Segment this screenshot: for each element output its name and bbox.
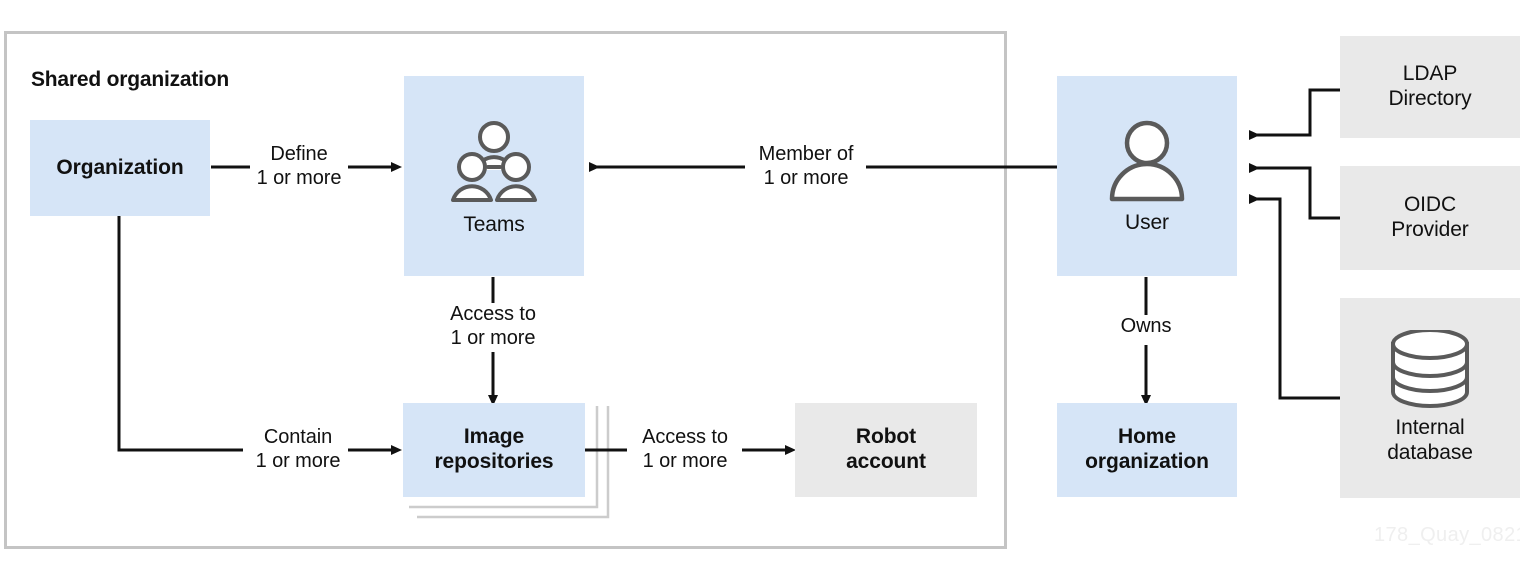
edge-contain-line [117, 216, 243, 452]
node-organization-label: Organization [56, 155, 184, 179]
node-internal-database[interactable]: Internal database [1340, 298, 1520, 498]
user-person-icon [1103, 117, 1191, 205]
node-robot-account[interactable]: Robot account [795, 403, 977, 497]
node-home-organization-label: Home organization [1085, 425, 1209, 473]
node-teams[interactable]: Teams [404, 76, 584, 276]
node-ldap-directory-label: LDAP Directory [1388, 62, 1472, 110]
node-organization[interactable]: Organization [30, 120, 210, 216]
edge-label-contain: Contain 1 or more [255, 426, 341, 472]
edge-label-access-teams-repositories: Access to 1 or more [450, 303, 536, 349]
edge-ldap-to-user [1249, 88, 1340, 140]
node-ldap-directory[interactable]: LDAP Directory [1340, 36, 1520, 138]
edge-oidc-to-user [1249, 163, 1340, 220]
node-image-repositories-label: Image repositories [434, 425, 554, 473]
node-teams-label: Teams [463, 212, 525, 236]
edge-database-to-user [1249, 194, 1340, 400]
watermark-text: 178_Quay_0821 [1374, 524, 1520, 546]
node-user[interactable]: User [1057, 76, 1237, 276]
edge-label-owns: Owns [1120, 315, 1172, 337]
node-image-repositories[interactable]: Image repositories [403, 403, 585, 497]
edge-label-member-of: Member of 1 or more [758, 143, 854, 189]
node-oidc-provider-label: OIDC Provider [1391, 193, 1469, 241]
node-internal-database-label: Internal database [1387, 416, 1473, 464]
node-user-label: User [1125, 210, 1169, 234]
teams-group-icon [448, 115, 540, 207]
node-home-organization[interactable]: Home organization [1057, 403, 1237, 497]
node-oidc-provider[interactable]: OIDC Provider [1340, 166, 1520, 270]
shared-organization-title: Shared organization [31, 68, 230, 91]
diagram-canvas: Shared organization Organization Teams I… [0, 0, 1520, 580]
edge-label-access-repositories-robot: Access to 1 or more [642, 426, 728, 472]
database-cylinder-icon [1387, 330, 1473, 410]
node-robot-account-label: Robot account [846, 425, 926, 473]
edge-label-define: Define 1 or more [256, 143, 342, 189]
